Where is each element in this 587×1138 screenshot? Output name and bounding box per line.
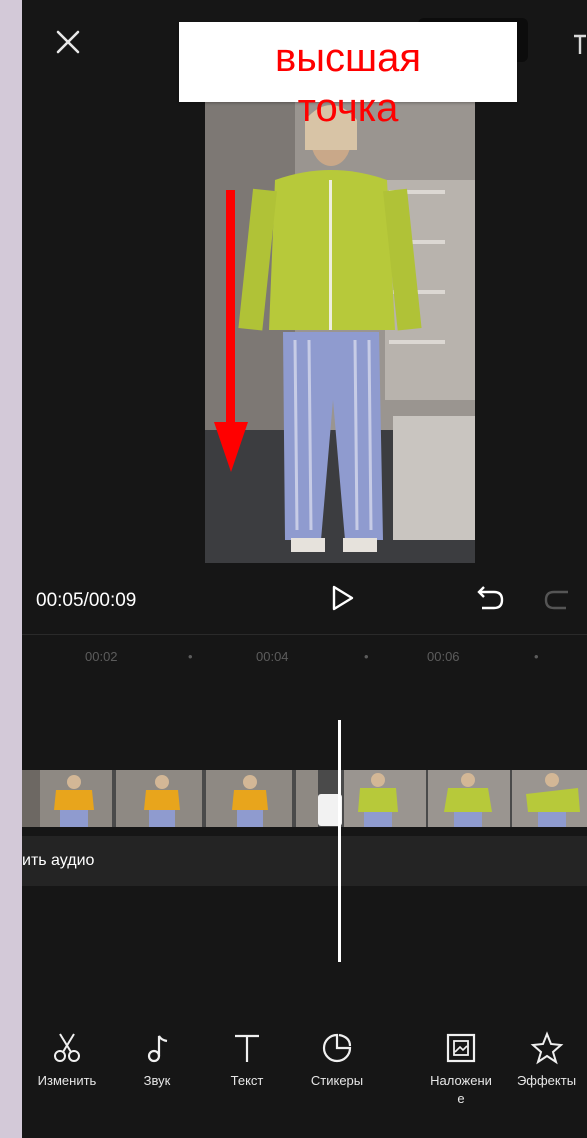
playhead[interactable] — [338, 720, 341, 962]
video-thumbnail — [22, 770, 112, 827]
video-thumbnail — [428, 770, 510, 827]
ruler-dot: • — [364, 649, 369, 664]
music-note-icon — [147, 1035, 168, 1063]
undo-icon[interactable] — [474, 584, 506, 614]
scissors-icon — [54, 1033, 80, 1062]
tool-audio[interactable]: Звук — [112, 1030, 202, 1090]
video-thumbnail — [512, 770, 587, 827]
tool-text[interactable]: Текст — [202, 1030, 292, 1090]
ruler-dot: • — [188, 649, 193, 664]
tool-label: Стикеры — [310, 1073, 364, 1088]
down-arrow-icon — [214, 190, 248, 472]
ruler-mark: 00:06 — [427, 649, 460, 664]
tool-label: Эффекты — [516, 1073, 577, 1088]
video-editor-screen: высшая точка 00:05/00:09 00:02 • 00:04 •… — [22, 0, 587, 1138]
video-thumbnail — [296, 770, 318, 827]
redo-icon[interactable] — [542, 584, 574, 614]
caption-text: высшая точка — [275, 36, 421, 130]
add-audio-label[interactable]: ить аудио — [22, 852, 94, 870]
ruler-mark: 00:04 — [256, 649, 289, 664]
video-thumbnail — [116, 770, 202, 827]
tool-stickers[interactable]: Стикеры — [292, 1030, 382, 1090]
ruler-divider — [22, 634, 587, 635]
audio-track[interactable] — [22, 836, 587, 886]
tool-effects[interactable]: Эффекты — [506, 1030, 587, 1090]
tool-overlay[interactable]: Наложени е — [416, 1030, 506, 1108]
tool-label: Наложени е — [430, 1073, 492, 1106]
time-display: 00:05/00:09 — [36, 590, 137, 611]
tool-label: Звук — [143, 1073, 171, 1088]
tool-edit[interactable]: Изменить — [22, 1030, 112, 1090]
ruler-dot: • — [534, 649, 539, 664]
overlay-icon — [446, 1033, 476, 1063]
video-thumbnail — [206, 770, 292, 827]
tool-label: Изменить — [37, 1073, 97, 1088]
ruler-mark: 00:02 — [85, 649, 118, 664]
sticker-icon — [322, 1033, 352, 1063]
video-track[interactable] — [22, 770, 587, 827]
tool-label: Текст — [230, 1073, 264, 1088]
play-icon[interactable] — [326, 582, 358, 614]
effects-icon — [530, 1031, 563, 1065]
export-icon[interactable] — [570, 22, 587, 62]
text-icon — [235, 1034, 259, 1062]
close-icon[interactable] — [50, 24, 86, 60]
video-thumbnail — [344, 770, 426, 827]
